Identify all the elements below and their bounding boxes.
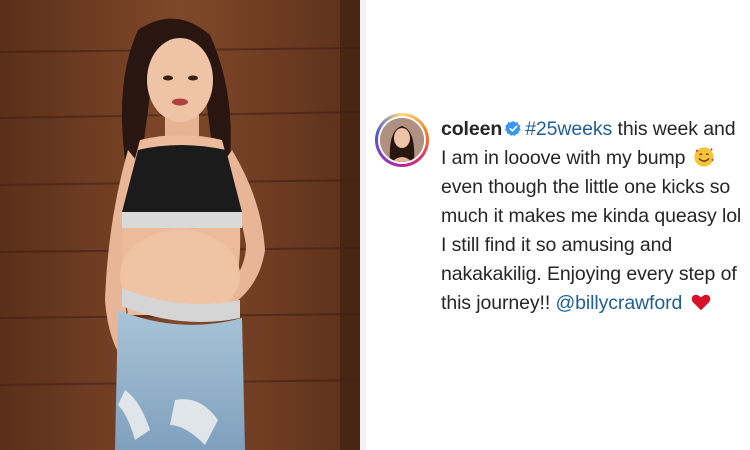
mention-link[interactable]: @billycrawford — [555, 292, 682, 314]
photo-illustration — [0, 0, 360, 450]
avatar-image — [380, 118, 424, 162]
verified-badge-icon — [505, 121, 521, 136]
post-caption: coleen #25weeks this week and I am in loo… — [441, 115, 746, 318]
smiling-face-with-hearts-emoji-icon — [694, 147, 714, 167]
hashtag-link[interactable]: #25weeks — [525, 118, 612, 140]
username-link[interactable]: coleen — [441, 118, 502, 140]
profile-avatar[interactable] — [375, 113, 429, 167]
red-heart-icon — [691, 294, 710, 311]
post-photo[interactable] — [0, 0, 360, 450]
